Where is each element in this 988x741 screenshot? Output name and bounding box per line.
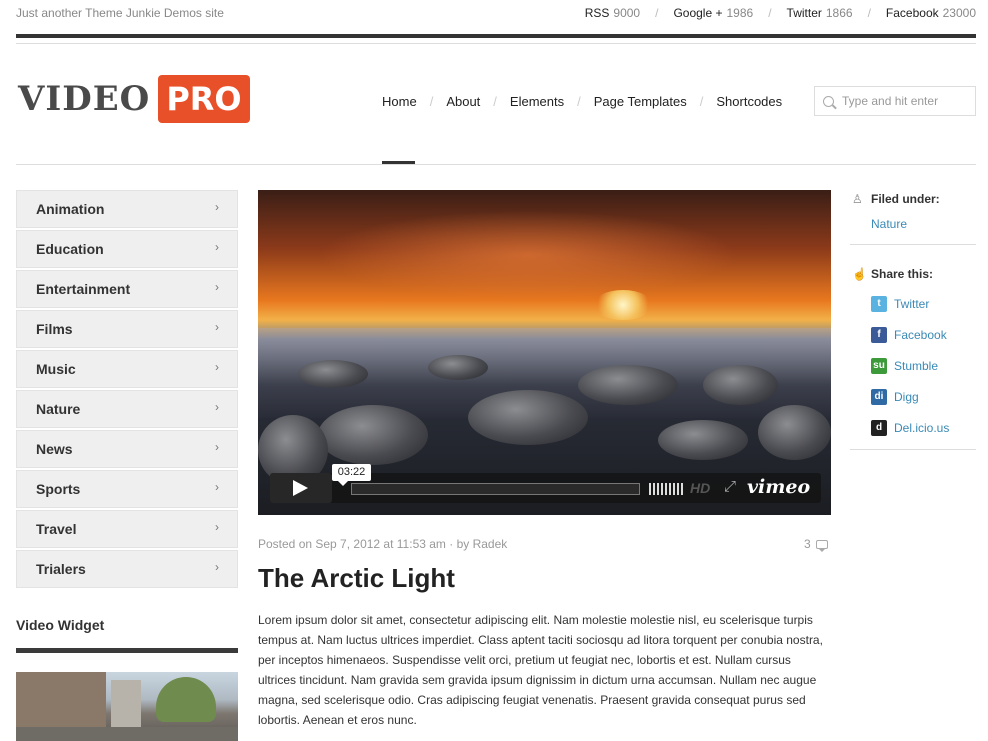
header-divider [16,164,976,165]
social-google[interactable]: Google +1986 [673,6,753,20]
fullscreen-icon[interactable]: ⤢ [724,478,736,495]
widget-title: Video Widget [16,617,105,633]
top-bar: Just another Theme Junkie Demos site RSS… [16,0,976,30]
social-twitter[interactable]: Twitter 1866 [787,6,853,20]
divider: / [577,94,581,109]
category-entertainment[interactable]: Entertainment › [16,270,238,308]
share-twitter[interactable]: t Twitter [871,296,929,312]
filed-under-label: ♙ Filed under: [852,192,940,206]
chevron-right-icon: › [215,240,219,254]
category-animation[interactable]: Animation › [16,190,238,228]
logo-text-pro: PRO [158,75,250,123]
top-rule-thick [16,34,976,38]
chevron-right-icon: › [215,200,219,214]
divider: / [867,6,871,20]
search-placeholder: Type and hit enter [842,94,939,108]
chevron-right-icon: › [215,520,219,534]
chevron-right-icon: › [215,480,219,494]
user-icon: ♙ [852,192,863,206]
social-facebook[interactable]: Facebook 23000 [886,6,976,20]
vimeo-logo[interactable]: vimeo [747,476,810,498]
divider: / [655,6,659,20]
play-button[interactable] [270,473,332,503]
nav-elements[interactable]: Elements [510,94,564,109]
social-counters: RSS 9000 / Google +1986 / Twitter 1866 / F… [585,6,976,20]
share-facebook[interactable]: f Facebook [871,327,947,343]
comment-count[interactable]: 3 [804,537,828,552]
hd-toggle[interactable]: HD [690,480,710,496]
widget-title-bar [16,648,238,653]
play-icon [293,480,308,496]
comment-icon [815,539,828,552]
top-rule-thin [16,43,976,44]
video-duration: 03:22 [332,464,371,486]
divider: / [429,94,434,109]
category-news[interactable]: News › [16,430,238,468]
logo-text-video: VIDEO [18,79,151,119]
video-progress-bar[interactable] [351,483,640,495]
category-nature[interactable]: Nature › [16,390,238,428]
post-meta: Posted on Sep 7, 2012 at 11:53 am · by R… [258,537,508,551]
chevron-right-icon: › [215,400,219,414]
divider: / [768,6,772,20]
twitter-icon: t [871,296,887,312]
digg-icon: di [871,389,887,405]
share-delicious[interactable]: d Del.icio.us [871,420,949,436]
site-tagline: Just another Theme Junkie Demos site [16,6,224,20]
social-rss[interactable]: RSS 9000 [585,6,640,20]
widget-video-thumbnail[interactable] [16,672,238,741]
share-stumble[interactable]: su Stumble [871,358,938,374]
stumbleupon-icon: su [871,358,887,374]
category-education[interactable]: Education › [16,230,238,268]
chevron-right-icon: › [215,360,219,374]
chevron-right-icon: › [215,320,219,334]
chevron-right-icon: › [215,560,219,574]
divider [850,449,976,450]
nav-about[interactable]: About [446,94,480,109]
main-nav: Home / About / Elements / Page Templates… [382,94,782,109]
divider: / [493,94,497,109]
delicious-icon: d [871,420,887,436]
category-films[interactable]: Films › [16,310,238,348]
thumbs-up-icon: ☝ [852,267,867,281]
category-travel[interactable]: Travel › [16,510,238,548]
divider: / [699,94,704,109]
nav-home[interactable]: Home [382,94,417,109]
category-music[interactable]: Music › [16,350,238,388]
share-digg[interactable]: di Digg [871,389,919,405]
chevron-right-icon: › [215,280,219,294]
search-icon [823,95,834,107]
category-trialers[interactable]: Trialers › [16,550,238,588]
share-label: ☝ Share this: [852,267,934,281]
category-sports[interactable]: Sports › [16,470,238,508]
site-logo[interactable]: VIDEO PRO [18,75,250,123]
volume-control[interactable] [649,483,683,495]
nav-page-templates[interactable]: Page Templates [594,94,687,109]
category-menu: Animation › Education › Entertainment › Fil… [16,190,238,590]
divider [850,244,976,245]
filed-under-link[interactable]: Nature [871,217,907,231]
nav-shortcodes[interactable]: Shortcodes [716,94,782,109]
post-title[interactable]: The Arctic Light [258,563,455,594]
post-body: Lorem ipsum dolor sit amet, consectetur … [258,613,823,727]
chevron-right-icon: › [215,440,219,454]
search-input[interactable]: Type and hit enter [814,86,976,116]
facebook-icon: f [871,327,887,343]
